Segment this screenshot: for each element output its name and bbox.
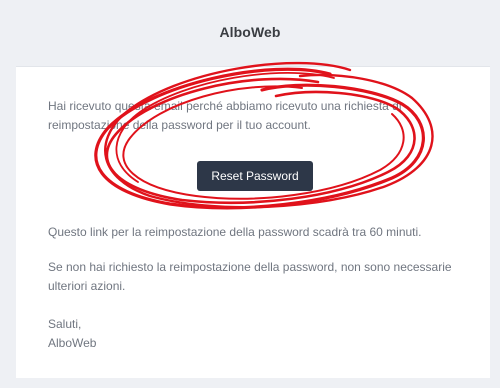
- signoff: Saluti, AlboWeb: [48, 315, 468, 353]
- intro-text: Hai ricevuto questa email perché abbiamo…: [48, 99, 402, 132]
- email-header: AlboWeb: [0, 0, 500, 64]
- closing-text: Saluti,: [48, 317, 82, 331]
- brand-name: AlboWeb: [219, 24, 281, 40]
- reset-password-button[interactable]: Reset Password: [197, 161, 313, 191]
- email-body-card: Hai ricevuto questa email perché abbiamo…: [16, 66, 490, 378]
- signature-text: AlboWeb: [48, 336, 97, 350]
- no-action-note: Se non hai richiesto la reimpostazione d…: [48, 260, 452, 293]
- expiry-note: Questo link per la reimpostazione della …: [48, 225, 422, 239]
